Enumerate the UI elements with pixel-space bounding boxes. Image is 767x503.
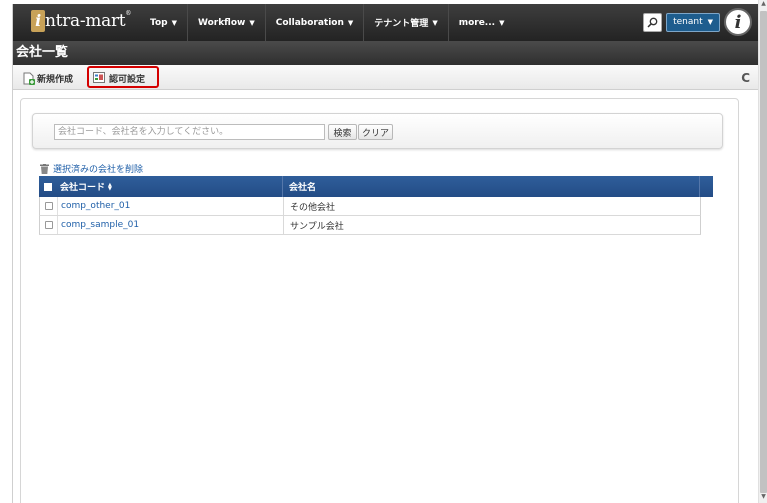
tenant-dropdown[interactable]: tenant ▼ [666,12,720,32]
nav-item-label: Workflow [197,17,246,28]
global-nav: i ntra-mart® Top ▼ Workflow ▼ Collaboration… [13,4,760,41]
nav-right: tenant ▼ i [643,8,752,36]
sort-icon: ▲ ▼ [108,181,112,192]
caret-down-icon: ▼ [707,18,713,26]
nav-item-label: Collaboration [275,17,344,28]
app-window: i ntra-mart® Top ▼ Workflow ▼ Collaboration… [12,4,760,503]
clear-button[interactable]: クリア [358,124,393,140]
im-user-badge-icon[interactable]: i [724,8,752,36]
company-code-link[interactable]: comp_sample_01 [58,216,284,234]
company-name-cell: その他会社 [290,202,336,213]
caret-down-icon: ▼ [499,18,505,27]
scroll-thumb[interactable] [760,11,767,493]
header-spacer [699,176,713,197]
logo-text: ntra-mart [45,11,126,31]
checkbox-box [44,202,53,210]
logo-i-icon: i [31,10,45,32]
trash-icon [40,163,49,174]
table-row: comp_other_01 その他会社 [39,197,701,216]
caret-down-icon: ▼ [249,18,255,27]
delete-link-label: 選択済みの会社を削除 [53,165,144,175]
global-search-button[interactable] [643,12,663,32]
company-table: 会社コード ▲ ▼ 会社名 comp_other_01 その他会社 comp_sa… [39,176,713,235]
new-document-icon [23,72,35,85]
search-panel: 検索 クリア [32,113,723,149]
new-button[interactable]: 新規作成 [23,70,73,86]
table-header: 会社コード ▲ ▼ 会社名 [39,176,713,197]
caret-down-icon: ▼ [432,18,438,27]
page-title: 会社一覧 [13,41,760,65]
tenant-label: tenant [673,17,703,27]
main-content: 検索 クリア 選択済みの会社を削除 会社コード ▲▼ 会社名 [20,98,739,503]
nav-item-label: Top [150,17,168,28]
page-scrollbar[interactable]: ▲ ▼ [758,0,767,503]
scroll-up-arrow-icon[interactable]: ▲ [759,0,767,10]
nav-item-label: more... [458,17,496,28]
nav-item-top[interactable]: Top ▼ [140,4,187,41]
company-code-link[interactable]: comp_other_01 [58,197,284,215]
registered-mark: ® [125,10,132,17]
new-button-label: 新規作成 [37,74,74,85]
nav-item-tenant-admin[interactable]: テナント管理 ▼ [363,4,447,41]
checkbox-box [44,182,52,191]
search-icon [647,17,658,28]
nav-item-collaboration[interactable]: Collaboration ▼ [264,4,364,41]
refresh-icon[interactable]: C [741,71,750,85]
column-header-code[interactable]: 会社コード ▲ ▼ [57,176,283,197]
search-button[interactable]: 検索 [328,124,357,140]
scroll-down-arrow-icon[interactable]: ▼ [759,493,767,503]
select-all-checkbox[interactable] [39,176,57,197]
table-row: comp_sample_01 サンプル会社 [39,216,701,235]
column-header-label: 会社コード [60,183,106,193]
column-header-name[interactable]: 会社名 [283,176,699,197]
checkbox-box [44,221,53,229]
toolbar: 新規作成 認可設定 C [13,65,760,90]
auth-settings-icon [93,72,105,83]
nav-menu: Top ▼ Workflow ▼ Collaboration ▼ テナント管理 ▼ mo… [140,4,514,41]
company-name-cell: サンプル会社 [290,221,344,232]
nav-item-more[interactable]: more... ▼ [447,4,515,41]
row-checkbox[interactable] [40,197,58,215]
caret-down-icon: ▼ [347,18,354,27]
row-checkbox[interactable] [40,216,58,234]
caret-down-icon: ▼ [171,18,177,27]
search-input[interactable] [54,124,325,140]
nav-item-label: テナント管理 [374,19,429,29]
delete-selected-link[interactable]: 選択済みの会社を削除 [40,162,143,175]
auth-settings-label: 認可設定 [109,74,146,85]
intra-mart-logo[interactable]: i ntra-mart® [31,10,131,36]
nav-item-workflow[interactable]: Workflow ▼ [186,4,265,41]
auth-settings-button[interactable]: 認可設定 [93,70,145,86]
